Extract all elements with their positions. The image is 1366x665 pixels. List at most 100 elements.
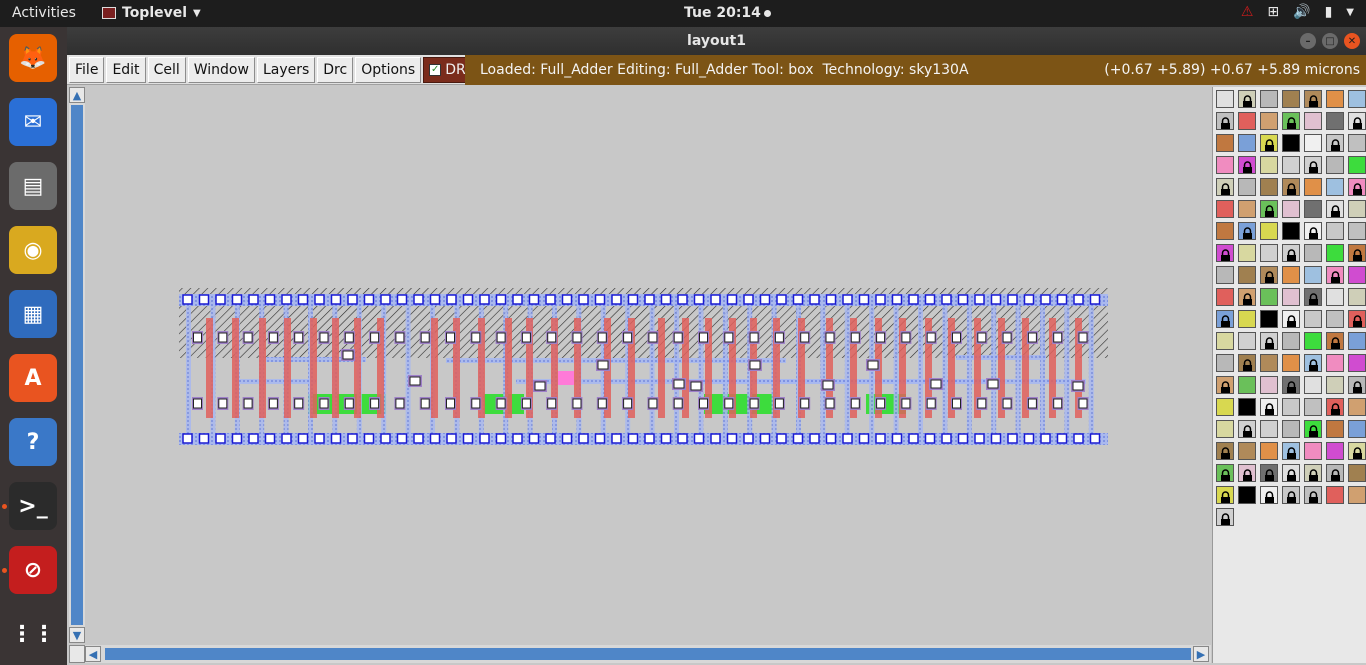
layer-tile[interactable] (1304, 420, 1322, 438)
menu-file[interactable]: File (69, 57, 105, 83)
battery-icon[interactable]: ▮ (1325, 4, 1333, 20)
layer-tile[interactable] (1238, 112, 1256, 130)
layer-tile[interactable] (1238, 398, 1256, 416)
layer-tile[interactable] (1238, 332, 1256, 350)
layer-tile[interactable] (1348, 398, 1366, 416)
layer-tile[interactable] (1216, 90, 1234, 108)
layer-tile[interactable] (1326, 332, 1344, 350)
close-button[interactable]: ✕ (1344, 33, 1360, 49)
network-icon[interactable]: ⊞ (1267, 4, 1279, 20)
layer-tile[interactable] (1348, 178, 1366, 196)
layer-tile[interactable] (1260, 420, 1278, 438)
layer-tile[interactable] (1326, 442, 1344, 460)
layer-tile[interactable] (1282, 200, 1300, 218)
layer-tile[interactable] (1304, 200, 1322, 218)
firefox-icon[interactable]: 🦊 (9, 34, 57, 82)
layer-tile[interactable] (1238, 178, 1256, 196)
layer-tile[interactable] (1326, 156, 1344, 174)
no-entry-icon[interactable]: ⊘ (9, 546, 57, 594)
layer-tile[interactable] (1304, 266, 1322, 284)
files-icon[interactable]: ▤ (9, 162, 57, 210)
layer-tile[interactable] (1304, 398, 1322, 416)
layer-tile[interactable] (1304, 112, 1322, 130)
clock[interactable]: Tue 20:14 (684, 5, 771, 21)
volume-icon[interactable]: 🔊 (1293, 4, 1310, 20)
layer-tile[interactable] (1216, 442, 1234, 460)
layer-tile[interactable] (1238, 134, 1256, 152)
layer-tile[interactable] (1216, 420, 1234, 438)
layer-tile[interactable] (1238, 486, 1256, 504)
layer-tile[interactable] (1282, 332, 1300, 350)
layer-tile[interactable] (1282, 112, 1300, 130)
system-tray[interactable]: ⚠ ⊞ 🔊 ▮ ▼ (1241, 4, 1354, 20)
layer-tile[interactable] (1260, 222, 1278, 240)
layer-tile[interactable] (1326, 288, 1344, 306)
layer-tile[interactable] (1216, 222, 1234, 240)
help-icon[interactable]: ? (9, 418, 57, 466)
layer-tile[interactable] (1304, 156, 1322, 174)
layer-tile[interactable] (1326, 310, 1344, 328)
vertical-scroll-thumb[interactable] (71, 105, 83, 625)
horizontal-scroll-thumb[interactable] (105, 648, 1191, 660)
layer-tile[interactable] (1216, 332, 1234, 350)
layer-tile[interactable] (1282, 464, 1300, 482)
layout-drawing[interactable] (86, 87, 1210, 643)
layer-tile[interactable] (1304, 222, 1322, 240)
layer-tile[interactable] (1348, 222, 1366, 240)
layer-tile[interactable] (1238, 376, 1256, 394)
layer-tile[interactable] (1260, 244, 1278, 262)
chevron-down-icon[interactable]: ▼ (1346, 7, 1354, 18)
menu-window[interactable]: Window (187, 57, 255, 83)
layer-tile[interactable] (1282, 442, 1300, 460)
layer-tile[interactable] (1326, 398, 1344, 416)
window-titlebar[interactable]: layout1 – □ ✕ (67, 27, 1366, 55)
layer-tile[interactable] (1304, 90, 1322, 108)
layer-tile[interactable] (1238, 310, 1256, 328)
layer-tile[interactable] (1260, 464, 1278, 482)
layer-tile[interactable] (1348, 90, 1366, 108)
layer-tile[interactable] (1238, 420, 1256, 438)
layout-canvas[interactable] (86, 87, 1210, 643)
layer-tile[interactable] (1238, 222, 1256, 240)
layer-tile[interactable] (1282, 376, 1300, 394)
layer-tile[interactable] (1282, 398, 1300, 416)
layer-tile[interactable] (1260, 354, 1278, 372)
layer-tile[interactable] (1282, 288, 1300, 306)
app-grid-icon[interactable]: ⋮⋮ (9, 610, 57, 658)
layer-tile[interactable] (1348, 332, 1366, 350)
layer-tile[interactable] (1304, 354, 1322, 372)
layer-tile[interactable] (1216, 244, 1234, 262)
layer-tile[interactable] (1348, 288, 1366, 306)
layer-tile[interactable] (1260, 200, 1278, 218)
menu-layers[interactable]: Layers (256, 57, 316, 83)
vertical-scrollbar[interactable]: ▲ ▼ (69, 87, 85, 643)
layer-tile[interactable] (1260, 442, 1278, 460)
libreoffice-writer-icon[interactable]: ▦ (9, 290, 57, 338)
layer-tile[interactable] (1348, 376, 1366, 394)
layer-tile[interactable] (1348, 156, 1366, 174)
menu-drc[interactable]: Drc (317, 57, 354, 83)
rhythmbox-icon[interactable]: ◉ (9, 226, 57, 274)
layer-tile[interactable] (1304, 244, 1322, 262)
layer-tile[interactable] (1216, 178, 1234, 196)
layer-tile[interactable] (1216, 398, 1234, 416)
scroll-up-icon[interactable]: ▲ (69, 87, 85, 103)
layer-tile[interactable] (1216, 266, 1234, 284)
layer-tile[interactable] (1282, 354, 1300, 372)
layer-tile[interactable] (1348, 464, 1366, 482)
layer-tile[interactable] (1238, 156, 1256, 174)
layer-tile[interactable] (1260, 376, 1278, 394)
layer-tile[interactable] (1326, 244, 1344, 262)
layer-tile[interactable] (1282, 420, 1300, 438)
layer-tile[interactable] (1348, 244, 1366, 262)
layer-tile[interactable] (1282, 90, 1300, 108)
layer-palette[interactable] (1212, 87, 1366, 663)
layer-tile[interactable] (1348, 112, 1366, 130)
layer-tile[interactable] (1216, 354, 1234, 372)
layer-tile[interactable] (1216, 508, 1234, 526)
scroll-left-icon[interactable]: ◀ (85, 646, 101, 662)
layer-tile[interactable] (1348, 486, 1366, 504)
layer-tile[interactable] (1348, 420, 1366, 438)
layer-tile[interactable] (1348, 442, 1366, 460)
layer-tile[interactable] (1216, 376, 1234, 394)
